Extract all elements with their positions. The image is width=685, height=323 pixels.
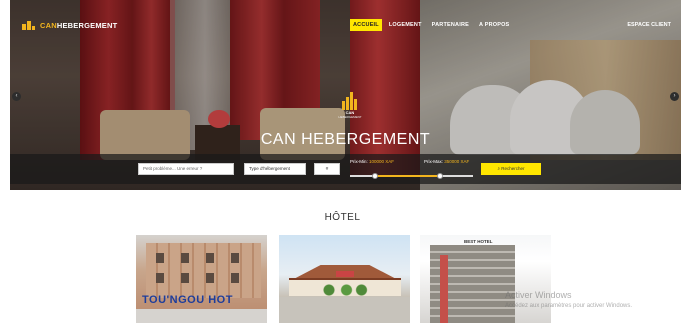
hero-title: CAN HEBERGEMENT <box>260 131 431 148</box>
hotel-card[interactable] <box>279 235 410 323</box>
hotel-sign: TOU'NGOU HOT <box>142 294 233 306</box>
nav-item-a-propos[interactable]: A PROPOS <box>476 19 512 31</box>
windows-watermark-text: Accédez aux paramètres pour activer Wind… <box>505 303 633 309</box>
hotel-photo-window <box>181 253 189 263</box>
carousel-prev-icon[interactable]: ‹ <box>12 92 21 101</box>
building-bars-icon <box>22 20 36 30</box>
brand-logo[interactable]: CANHEBERGEMENT <box>22 20 117 30</box>
hotel-photo-sign <box>336 271 354 277</box>
hotel-card[interactable]: BEST HOTEL <box>420 235 551 323</box>
hotel-photo <box>146 243 261 298</box>
hotel-photo-window <box>231 273 239 283</box>
price-max-handle[interactable] <box>437 173 443 179</box>
hero-logo: CAN HEBERGEMENT <box>335 92 365 120</box>
top-nav: CANHEBERGEMENT ACCUEIL LOGEMENT PARTENAI… <box>10 0 681 40</box>
hero-logo-subtext: HEBERGEMENT <box>338 115 362 119</box>
hotel-photo-window <box>206 273 214 283</box>
price-min-handle[interactable] <box>372 173 378 179</box>
hotel-photo-window <box>156 253 164 263</box>
search-button[interactable]: ⌕ Rechercher <box>481 163 541 175</box>
hotel-card[interactable]: TOU'NGOU HOT <box>136 235 267 323</box>
hotel-photo-ground <box>136 309 267 323</box>
windows-watermark-title: Activer Windows <box>505 290 572 300</box>
main-menu: ACCUEIL LOGEMENT PARTENAIRE A PROPOS <box>350 19 512 31</box>
price-max-label: Prix-Max: 350000 XAF <box>424 159 470 164</box>
hotel-photo-window <box>156 273 164 283</box>
hotel-photo-ground <box>279 297 410 323</box>
search-bar <box>10 154 681 184</box>
hotel-sign: BEST HOTEL <box>464 239 493 244</box>
carousel-next-icon[interactable]: › <box>670 92 679 101</box>
espace-client-link[interactable]: ESPACE CLIENT <box>627 22 671 28</box>
section-title: HÔTEL <box>324 212 361 223</box>
nav-item-logement[interactable]: LOGEMENT <box>386 19 425 31</box>
nav-item-accueil[interactable]: ACCUEIL <box>350 19 382 31</box>
guest-count-input[interactable]: # <box>314 163 340 175</box>
building-bars-icon <box>340 92 360 110</box>
hero-banner: CANHEBERGEMENT ACCUEIL LOGEMENT PARTENAI… <box>10 0 681 190</box>
hotel-photo-column <box>440 255 448 323</box>
brand-name: CANHEBERGEMENT <box>40 20 118 30</box>
type-hebergement-select[interactable]: Type d'hébergement <box>244 163 306 175</box>
hotel-photo-window <box>231 253 239 263</box>
problem-input[interactable]: Petit problème... Une erreur ? <box>138 163 234 175</box>
hotel-photo-trees <box>319 283 369 297</box>
hotel-photo-window <box>206 253 214 263</box>
price-min-label: Prix-Min: 100000 XAF <box>350 159 395 164</box>
hotel-photo-window <box>181 273 189 283</box>
nav-item-partenaire[interactable]: PARTENAIRE <box>429 19 472 31</box>
price-slider-range <box>375 175 441 177</box>
